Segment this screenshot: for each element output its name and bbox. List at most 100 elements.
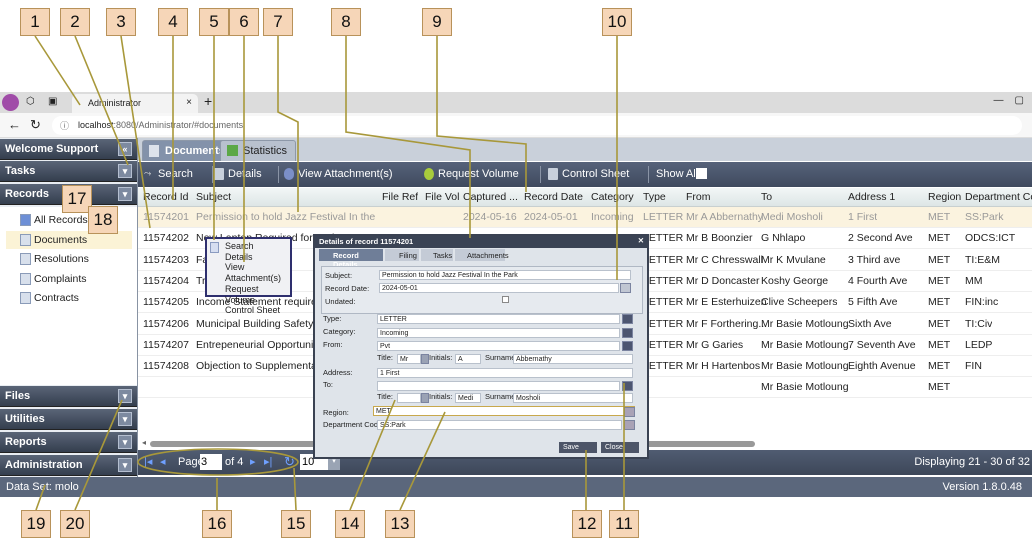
info-icon[interactable]: ⓘ: [60, 119, 69, 132]
to-title-field[interactable]: [397, 393, 421, 403]
menu-item-search[interactable]: Search: [225, 241, 290, 252]
tree-item-contracts[interactable]: Contracts: [6, 289, 132, 307]
region-field[interactable]: MET: [373, 406, 635, 416]
workspaces-icon[interactable]: ⬡: [26, 96, 35, 107]
next-page-button[interactable]: ▸: [250, 455, 256, 468]
tab-label: Documents: [165, 145, 225, 157]
from-title-field[interactable]: Mr: [397, 354, 421, 364]
column-header[interactable]: Region: [928, 191, 961, 203]
title-dropdown-icon[interactable]: [421, 393, 429, 403]
cell-from: Mr H Hartenbos: [686, 360, 761, 373]
request-volume-button[interactable]: Request Volume: [424, 168, 519, 180]
column-header[interactable]: Record Date: [524, 191, 583, 203]
sidebar-reports[interactable]: Reports ▾: [0, 432, 137, 453]
dept-dropdown-icon[interactable]: [624, 420, 635, 430]
column-header[interactable]: Record Id: [143, 191, 189, 203]
expand-icon[interactable]: ▾: [118, 458, 132, 472]
menu-item-request-volume[interactable]: Request Volume: [225, 284, 290, 305]
window-controls[interactable]: — ▢: [993, 95, 1024, 106]
reload-button[interactable]: ↻: [30, 117, 41, 133]
to-surname-field[interactable]: Mosholi: [513, 393, 633, 403]
to-initials-field[interactable]: Medi: [455, 393, 481, 403]
profile-avatar[interactable]: [2, 94, 19, 111]
from-surname-field[interactable]: Abbernathy: [513, 354, 633, 364]
record-date-label: Record Date:: [325, 284, 370, 293]
column-header[interactable]: Category: [591, 191, 634, 203]
cell-category: Incoming: [591, 211, 634, 223]
first-page-button[interactable]: |◂: [144, 455, 152, 468]
close-tab-icon[interactable]: ×: [186, 97, 192, 108]
sidebar-utilities[interactable]: Utilities ▾: [0, 409, 137, 430]
type-dropdown-icon[interactable]: [622, 314, 633, 324]
to-field[interactable]: [377, 381, 620, 391]
dialog-close-icon[interactable]: ✕: [638, 236, 644, 245]
from-dropdown-icon[interactable]: [622, 341, 633, 351]
page-number-input[interactable]: 3: [200, 454, 222, 470]
column-header[interactable]: File Ref: [382, 191, 418, 203]
show-all-checkbox[interactable]: [696, 168, 707, 179]
dialog-tab-attachments[interactable]: Attachments: [455, 249, 509, 261]
menu-item-details[interactable]: Details: [225, 252, 290, 263]
url-field[interactable]: ⓘ localhost:8080/Administrator/#documents: [52, 116, 1022, 135]
details-button[interactable]: Details: [214, 168, 262, 180]
to-dropdown-icon[interactable]: [622, 381, 633, 391]
new-tab-button[interactable]: +: [204, 93, 212, 109]
category-field[interactable]: Incoming: [377, 328, 620, 338]
column-header[interactable]: File Vol: [425, 191, 459, 203]
subject-field[interactable]: Permission to hold Jazz Festival In the …: [379, 270, 631, 280]
type-field[interactable]: LETTER: [377, 314, 620, 324]
tab-actions-icon[interactable]: ▣: [48, 96, 57, 107]
column-header[interactable]: To: [761, 191, 772, 203]
expand-icon[interactable]: ▾: [118, 412, 132, 426]
calendar-icon[interactable]: [620, 283, 631, 293]
document-icon: [20, 234, 31, 246]
refresh-icon[interactable]: ↻: [284, 454, 295, 470]
region-dropdown-icon[interactable]: [624, 407, 635, 417]
sidebar-administration[interactable]: Administration ▾: [0, 455, 137, 476]
from-field[interactable]: Pvt: [377, 341, 620, 351]
dialog-tab-record-details[interactable]: Record Details: [319, 249, 383, 269]
expand-icon[interactable]: ▾: [118, 187, 132, 201]
address-field[interactable]: 1 First: [377, 368, 633, 378]
column-header[interactable]: Address 1: [848, 191, 895, 203]
view-attachments-button[interactable]: View Attachment(s): [284, 168, 393, 180]
column-header[interactable]: Type: [643, 191, 666, 203]
title-dropdown-icon[interactable]: [421, 354, 429, 364]
dialog-tab-tasks[interactable]: Tasks: [421, 249, 453, 261]
save-button[interactable]: Save: [559, 442, 597, 453]
folder-icon: [20, 214, 31, 226]
column-header[interactable]: Department Code: [965, 191, 1032, 203]
last-page-button[interactable]: ▸|: [264, 455, 272, 468]
search-button[interactable]: ⤳ Search: [144, 168, 193, 180]
cell-dept: FIN:inc: [965, 296, 999, 309]
browser-tab[interactable]: Administrator ×: [72, 94, 198, 113]
sidebar-tasks[interactable]: Tasks ▾: [0, 161, 137, 182]
prev-page-button[interactable]: ◂: [160, 455, 166, 468]
dept-code-field[interactable]: SS:Park: [377, 420, 622, 430]
tree-item-resolutions[interactable]: Resolutions: [6, 250, 132, 268]
column-header[interactable]: Captured ...: [463, 191, 518, 203]
expand-icon[interactable]: ▾: [118, 164, 132, 178]
close-button[interactable]: Close: [601, 442, 639, 453]
control-sheet-button[interactable]: Control Sheet: [548, 168, 629, 180]
cell-addr: 2 Second Ave: [848, 232, 913, 245]
cell-addr: 1 First: [848, 211, 878, 223]
dialog-tab-filing[interactable]: Filing: [385, 249, 419, 261]
expand-icon[interactable]: ▾: [118, 389, 132, 403]
column-header[interactable]: From: [686, 191, 711, 203]
sidebar-files[interactable]: Files ▾: [0, 386, 137, 407]
tab-statistics[interactable]: Statistics: [220, 140, 297, 161]
cell-addr: Sixth Ave: [848, 317, 892, 330]
menu-item-view-attachments[interactable]: View Attachment(s): [225, 262, 290, 283]
from-initials-field[interactable]: A: [455, 354, 481, 364]
expand-icon[interactable]: ▾: [118, 435, 132, 449]
record-date-field[interactable]: 2024-05-01: [379, 283, 619, 293]
back-button[interactable]: ←: [8, 117, 21, 132]
category-dropdown-icon[interactable]: [622, 328, 633, 338]
tree-item-complaints[interactable]: Complaints: [6, 270, 132, 288]
column-header[interactable]: Subject: [196, 191, 231, 203]
collapse-sidebar-icon[interactable]: «: [118, 142, 132, 156]
undated-checkbox[interactable]: [502, 296, 509, 303]
table-row[interactable]: 11574201 Permission to hold Jazz Festival…: [138, 207, 1032, 228]
menu-item-control-sheet[interactable]: Control Sheet: [225, 305, 290, 316]
